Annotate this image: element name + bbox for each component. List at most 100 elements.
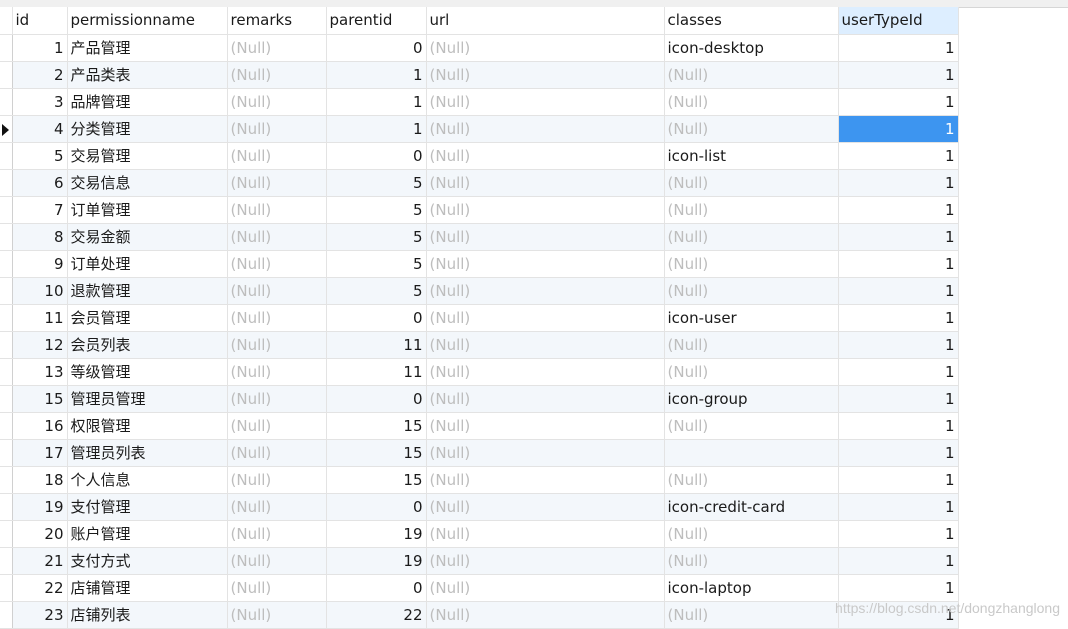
cell-url[interactable]: (Null) — [426, 466, 665, 494]
table-row[interactable]: 11 会员管理 (Null) 0 (Null) icon-user 1 — [0, 304, 959, 332]
table-row[interactable]: 9 订单处理 (Null) 5 (Null) (Null) 1 — [0, 250, 959, 278]
cell-permissionname[interactable]: 交易金额 — [67, 223, 228, 251]
cell-id[interactable]: 18 — [12, 466, 68, 494]
cell-remarks[interactable]: (Null) — [227, 412, 327, 440]
cell-permissionname[interactable]: 账户管理 — [67, 520, 228, 548]
cell-classes[interactable]: icon-desktop — [664, 34, 839, 62]
cell-id[interactable]: 3 — [12, 88, 68, 116]
cell-remarks[interactable]: (Null) — [227, 250, 327, 278]
cell-remarks[interactable]: (Null) — [227, 358, 327, 386]
cell-id[interactable]: 21 — [12, 547, 68, 575]
column-header-parentid[interactable]: parentid — [326, 7, 427, 35]
table-row[interactable]: 12 会员列表 (Null) 11 (Null) (Null) 1 — [0, 331, 959, 359]
cell-id[interactable]: 9 — [12, 250, 68, 278]
cell-url[interactable]: (Null) — [426, 169, 665, 197]
cell-remarks[interactable]: (Null) — [227, 223, 327, 251]
cell-usertypeid[interactable]: 1 — [838, 385, 959, 413]
cell-remarks[interactable]: (Null) — [227, 493, 327, 521]
cell-permissionname[interactable]: 订单管理 — [67, 196, 228, 224]
row-indicator[interactable] — [0, 520, 13, 548]
cell-id[interactable]: 2 — [12, 61, 68, 89]
cell-usertypeid[interactable]: 1 — [838, 466, 959, 494]
cell-parentid[interactable]: 5 — [326, 223, 427, 251]
cell-permissionname[interactable]: 会员列表 — [67, 331, 228, 359]
cell-usertypeid[interactable]: 1 — [838, 520, 959, 548]
cell-permissionname[interactable]: 产品管理 — [67, 34, 228, 62]
table-row[interactable]: 6 交易信息 (Null) 5 (Null) (Null) 1 — [0, 169, 959, 197]
column-header-id[interactable]: id — [12, 7, 68, 35]
cell-permissionname[interactable]: 退款管理 — [67, 277, 228, 305]
table-row[interactable]: 13 等级管理 (Null) 11 (Null) (Null) 1 — [0, 358, 959, 386]
cell-classes[interactable]: (Null) — [664, 223, 839, 251]
row-indicator[interactable] — [0, 412, 13, 440]
cell-usertypeid[interactable]: 1 — [838, 304, 959, 332]
row-indicator[interactable] — [0, 574, 13, 602]
cell-permissionname[interactable]: 分类管理 — [67, 115, 228, 143]
cell-id[interactable]: 7 — [12, 196, 68, 224]
row-indicator[interactable] — [0, 142, 13, 170]
table-row[interactable]: 22 店铺管理 (Null) 0 (Null) icon-laptop 1 — [0, 574, 959, 602]
table-row[interactable]: 18 个人信息 (Null) 15 (Null) (Null) 1 — [0, 466, 959, 494]
cell-parentid[interactable]: 11 — [326, 358, 427, 386]
cell-usertypeid[interactable]: 1 — [838, 250, 959, 278]
cell-usertypeid[interactable]: 1 — [838, 574, 959, 602]
table-row[interactable]: 15 管理员管理 (Null) 0 (Null) icon-group 1 — [0, 385, 959, 413]
row-indicator[interactable] — [0, 385, 13, 413]
row-indicator[interactable] — [0, 493, 13, 521]
cell-url[interactable]: (Null) — [426, 88, 665, 116]
cell-usertypeid[interactable]: 1 — [838, 493, 959, 521]
cell-remarks[interactable]: (Null) — [227, 385, 327, 413]
cell-usertypeid[interactable]: 1 — [838, 142, 959, 170]
row-indicator[interactable] — [0, 250, 13, 278]
cell-classes[interactable]: (Null) — [664, 520, 839, 548]
cell-classes[interactable]: (Null) — [664, 331, 839, 359]
cell-id[interactable]: 5 — [12, 142, 68, 170]
row-indicator[interactable] — [0, 277, 13, 305]
cell-remarks[interactable]: (Null) — [227, 88, 327, 116]
cell-remarks[interactable]: (Null) — [227, 115, 327, 143]
cell-classes[interactable]: (Null) — [664, 466, 839, 494]
cell-permissionname[interactable]: 交易信息 — [67, 169, 228, 197]
cell-url[interactable]: (Null) — [426, 331, 665, 359]
row-indicator[interactable] — [0, 61, 13, 89]
cell-url[interactable]: (Null) — [426, 223, 665, 251]
cell-id[interactable]: 20 — [12, 520, 68, 548]
cell-permissionname[interactable]: 交易管理 — [67, 142, 228, 170]
cell-usertypeid[interactable]: 1 — [838, 115, 959, 143]
cell-parentid[interactable]: 5 — [326, 169, 427, 197]
cell-id[interactable]: 8 — [12, 223, 68, 251]
cell-permissionname[interactable]: 订单处理 — [67, 250, 228, 278]
cell-permissionname[interactable]: 等级管理 — [67, 358, 228, 386]
table-row[interactable]: 2 产品类表 (Null) 1 (Null) (Null) 1 — [0, 61, 959, 89]
cell-id[interactable]: 4 — [12, 115, 68, 143]
cell-parentid[interactable]: 5 — [326, 196, 427, 224]
cell-permissionname[interactable]: 会员管理 — [67, 304, 228, 332]
cell-remarks[interactable]: (Null) — [227, 601, 327, 629]
cell-permissionname[interactable]: 管理员列表 — [67, 439, 228, 467]
cell-permissionname[interactable]: 店铺列表 — [67, 601, 228, 629]
cell-remarks[interactable]: (Null) — [227, 169, 327, 197]
cell-id[interactable]: 12 — [12, 331, 68, 359]
cell-remarks[interactable]: (Null) — [227, 466, 327, 494]
row-indicator[interactable] — [0, 169, 13, 197]
cell-url[interactable]: (Null) — [426, 520, 665, 548]
cell-id[interactable]: 16 — [12, 412, 68, 440]
cell-usertypeid[interactable]: 1 — [838, 547, 959, 575]
cell-parentid[interactable]: 1 — [326, 88, 427, 116]
column-header-usertypeid[interactable]: userTypeId — [838, 7, 959, 35]
cell-remarks[interactable]: (Null) — [227, 520, 327, 548]
cell-remarks[interactable]: (Null) — [227, 331, 327, 359]
cell-parentid[interactable]: 15 — [326, 439, 427, 467]
table-row[interactable]: 4 分类管理 (Null) 1 (Null) (Null) 1 — [0, 115, 959, 143]
cell-url[interactable]: (Null) — [426, 142, 665, 170]
cell-permissionname[interactable]: 店铺管理 — [67, 574, 228, 602]
cell-permissionname[interactable]: 品牌管理 — [67, 88, 228, 116]
cell-classes[interactable]: icon-credit-card — [664, 493, 839, 521]
cell-parentid[interactable]: 5 — [326, 250, 427, 278]
cell-id[interactable]: 1 — [12, 34, 68, 62]
cell-classes[interactable]: (Null) — [664, 115, 839, 143]
row-indicator[interactable] — [0, 358, 13, 386]
cell-usertypeid[interactable]: 1 — [838, 61, 959, 89]
cell-parentid[interactable]: 1 — [326, 115, 427, 143]
cell-url[interactable]: (Null) — [426, 574, 665, 602]
